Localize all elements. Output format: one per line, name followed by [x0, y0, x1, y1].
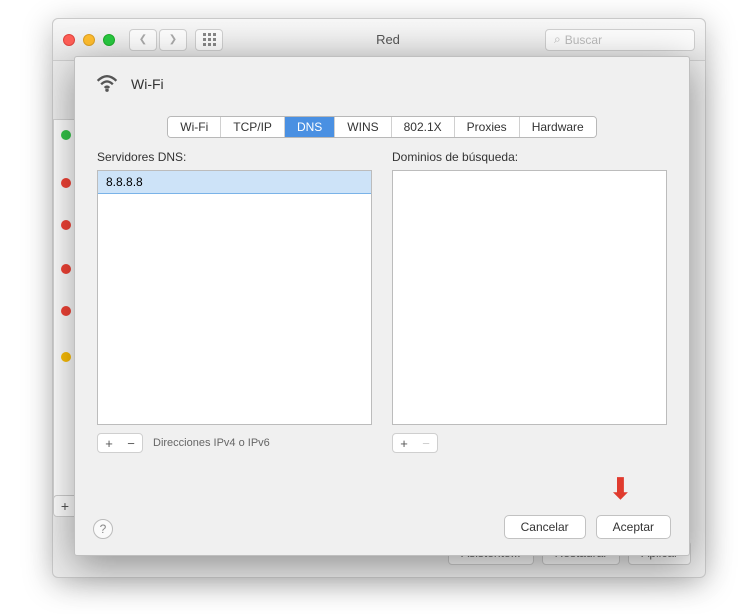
forward-button[interactable]: ❯	[159, 29, 187, 51]
domains-list-controls: + −	[392, 433, 667, 453]
status-dot-icon	[61, 178, 71, 188]
window-title: Red	[231, 32, 545, 47]
sheet-title: Wi-Fi	[131, 76, 164, 92]
status-dot-icon	[61, 306, 71, 316]
sheet-footer: Cancelar Aceptar	[504, 515, 671, 539]
dns-list-controls: + − Direcciones IPv4 o IPv6	[97, 433, 372, 453]
dns-add-button[interactable]: +	[98, 434, 120, 452]
tab-bar: Wi-FiTCP/IPDNSWINS802.1XProxiesHardware	[75, 116, 689, 138]
maximize-icon[interactable]	[103, 34, 115, 46]
search-input[interactable]: ⌕ Buscar	[545, 29, 695, 51]
domains-add-button[interactable]: +	[393, 434, 415, 452]
tab-8021x[interactable]: 802.1X	[392, 117, 455, 137]
wifi-icon	[93, 71, 121, 96]
dns-add-remove: + −	[97, 433, 143, 453]
tab-wins[interactable]: WINS	[335, 117, 391, 137]
tab-dns[interactable]: DNS	[285, 117, 335, 137]
domains-remove-button[interactable]: −	[415, 434, 437, 452]
status-dot-icon	[61, 264, 71, 274]
tab-proxies[interactable]: Proxies	[455, 117, 520, 137]
tab-hardware[interactable]: Hardware	[520, 117, 596, 137]
segmented-control: Wi-FiTCP/IPDNSWINS802.1XProxiesHardware	[167, 116, 596, 138]
accept-button[interactable]: Aceptar	[596, 515, 671, 539]
cancel-button[interactable]: Cancelar	[504, 515, 586, 539]
search-icon: ⌕	[554, 32, 561, 47]
advanced-sheet: Wi-Fi Wi-FiTCP/IPDNSWINS802.1XProxiesHar…	[74, 56, 690, 556]
search-domains-column: Dominios de búsqueda: + −	[392, 150, 667, 453]
status-dot-icon	[61, 352, 71, 362]
dns-servers-label: Servidores DNS:	[97, 150, 372, 164]
sheet-header: Wi-Fi	[75, 57, 689, 110]
grid-icon	[203, 33, 216, 46]
add-interface-button[interactable]: +	[54, 496, 76, 516]
domains-add-remove: + −	[392, 433, 438, 453]
status-dot-icon	[61, 220, 71, 230]
tab-wifi[interactable]: Wi-Fi	[168, 117, 221, 137]
dns-servers-column: Servidores DNS: 8.8.8.8 + − Direcciones …	[97, 150, 372, 453]
help-button[interactable]: ?	[93, 519, 113, 539]
search-placeholder: Buscar	[565, 33, 602, 47]
minimize-icon[interactable]	[83, 34, 95, 46]
annotation-arrow-icon: ⬇	[608, 472, 633, 507]
close-icon[interactable]	[63, 34, 75, 46]
dns-servers-list[interactable]: 8.8.8.8	[97, 170, 372, 425]
nav-buttons: ❮ ❯	[129, 29, 187, 51]
dns-columns: Servidores DNS: 8.8.8.8 + − Direcciones …	[75, 150, 689, 453]
titlebar: ❮ ❯ Red ⌕ Buscar	[53, 19, 705, 61]
search-domains-label: Dominios de búsqueda:	[392, 150, 667, 164]
list-item[interactable]: 8.8.8.8	[97, 170, 372, 194]
back-button[interactable]: ❮	[129, 29, 157, 51]
show-all-button[interactable]	[195, 29, 223, 51]
dns-remove-button[interactable]: −	[120, 434, 142, 452]
status-dot-icon	[61, 130, 71, 140]
tab-tcpip[interactable]: TCP/IP	[221, 117, 285, 137]
dns-hint: Direcciones IPv4 o IPv6	[153, 437, 270, 449]
search-domains-list[interactable]	[392, 170, 667, 425]
window-controls	[63, 34, 115, 46]
